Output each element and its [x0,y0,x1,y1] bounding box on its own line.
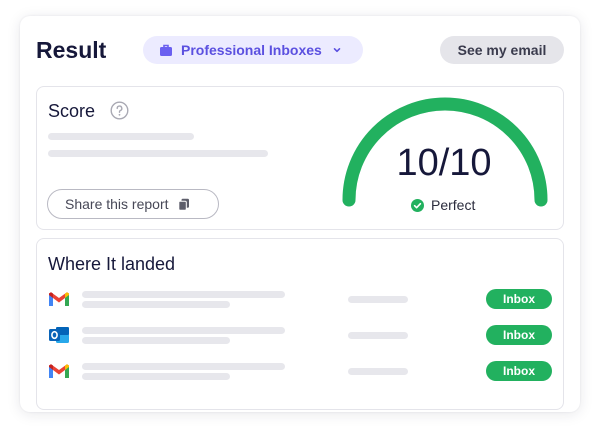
question-circle-icon[interactable] [110,101,129,120]
score-status-label: Perfect [431,197,476,213]
inbox-badge: Inbox [486,325,552,345]
landed-panel: Where It landed Inbox Inbox Inbox [36,238,564,410]
briefcase-icon [160,44,172,56]
result-header: Result Professional Inboxes See my email [36,36,564,64]
landed-title: Where It landed [48,254,176,274]
page-title: Result [36,37,107,63]
row-placeholder-line [348,296,408,303]
score-placeholder-line [48,150,268,157]
row-placeholder-line [82,363,285,370]
row-placeholder-line [82,373,230,380]
result-card: Result Professional Inboxes See my email… [20,16,580,412]
row-placeholder-line [82,337,230,344]
row-placeholder-line [82,327,285,334]
score-title: Score [48,101,96,121]
score-value: 10/10 [396,142,492,184]
inbox-badge: Inbox [486,289,552,309]
row-placeholder-line [348,368,408,375]
gmail-icon [49,292,69,306]
row-placeholder-line [82,301,230,308]
chevron-down-icon [333,48,341,53]
check-circle-icon [411,198,424,212]
list-item: Inbox [37,357,563,385]
copy-icon [177,198,189,211]
score-panel: Score Share this report 10/10 Perfect [36,86,564,230]
row-placeholder-line [348,332,408,339]
see-my-email-button[interactable]: See my email [440,36,564,64]
outlook-icon [49,327,69,343]
list-item: Inbox [37,285,563,313]
list-item: Inbox [37,321,563,349]
inbox-type-dropdown[interactable]: Professional Inboxes [143,36,363,64]
share-report-label: Share this report [65,196,169,212]
score-placeholder-line [48,133,194,140]
share-report-button[interactable]: Share this report [47,189,219,219]
gmail-icon [49,364,69,378]
score-status: Perfect [411,197,475,213]
inbox-type-label: Professional Inboxes [181,42,322,58]
inbox-badge: Inbox [486,361,552,381]
row-placeholder-line [82,291,285,298]
